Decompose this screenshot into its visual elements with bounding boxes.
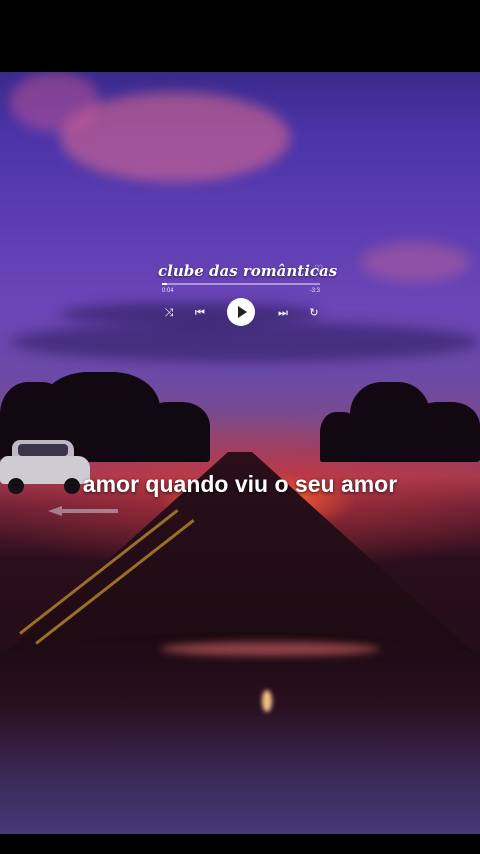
hood-reflection bbox=[160, 642, 380, 656]
previous-icon[interactable]: ⏮ bbox=[192, 307, 208, 319]
play-icon bbox=[238, 306, 247, 318]
heart-icon[interactable]: ♡ bbox=[314, 264, 323, 275]
cloud bbox=[10, 72, 100, 132]
bottom-letterbox bbox=[0, 834, 480, 854]
playlist-title: clube das românticas bbox=[158, 262, 338, 280]
repeat-icon[interactable]: ↻ bbox=[306, 307, 322, 319]
remaining-time: -3:3 bbox=[309, 288, 320, 294]
elapsed-time: 0:04 bbox=[162, 288, 174, 294]
shuffle-icon[interactable]: ⤨ bbox=[161, 307, 177, 319]
sunset-background bbox=[0, 72, 480, 834]
play-button[interactable] bbox=[227, 298, 255, 326]
sun-reflection bbox=[262, 690, 272, 712]
progress-bar[interactable] bbox=[162, 283, 320, 285]
car-hood bbox=[0, 632, 480, 834]
lyric-caption: amor quando viu o seu amor bbox=[82, 471, 398, 497]
top-letterbox bbox=[0, 0, 480, 72]
cloud bbox=[360, 242, 470, 282]
playback-controls: ⤨ ⏮ ⏭ ↻ bbox=[158, 298, 324, 328]
next-icon[interactable]: ⏭ bbox=[275, 307, 291, 319]
music-player-widget: clube das românticas ♡ 0:04 -3:3 ⤨ ⏮ ⏭ ↻ bbox=[158, 262, 338, 332]
progress-fill bbox=[162, 283, 167, 285]
